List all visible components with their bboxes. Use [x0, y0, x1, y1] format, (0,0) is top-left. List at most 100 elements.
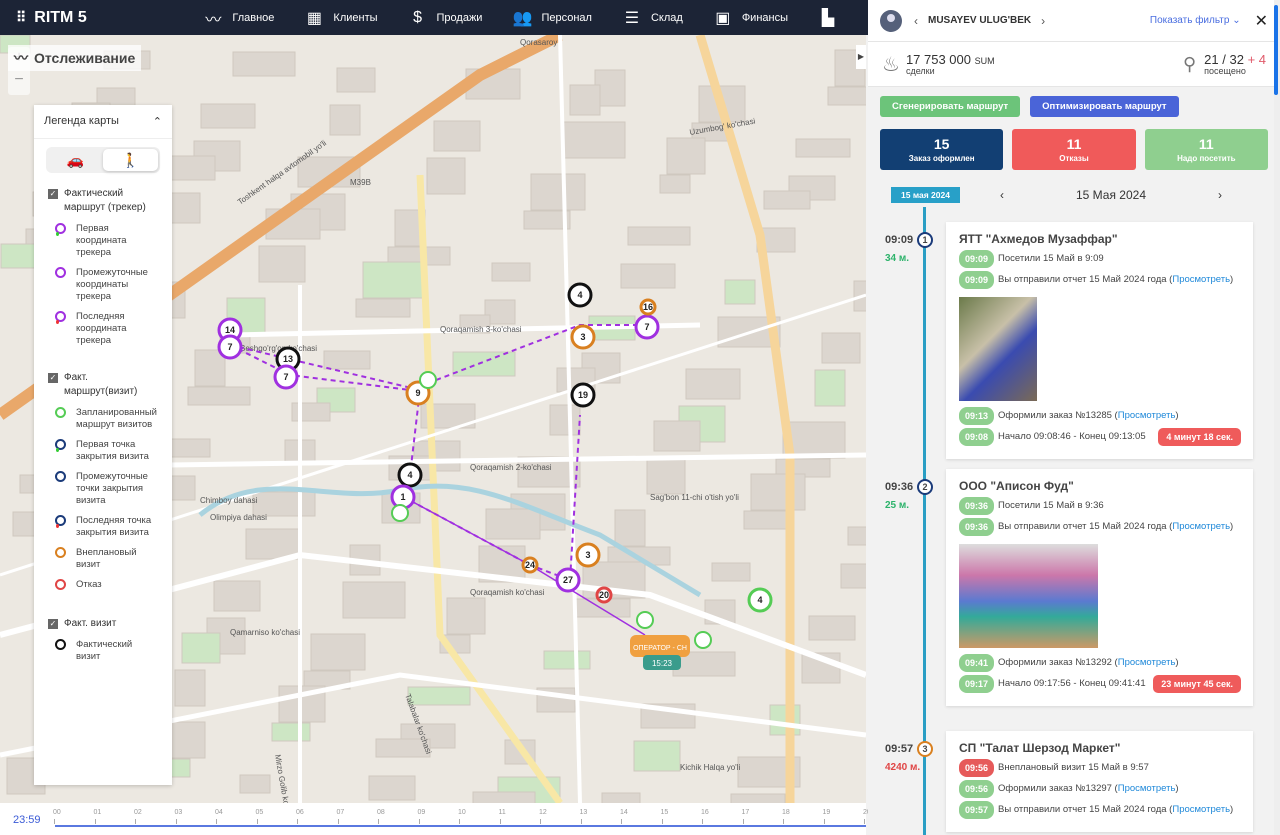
prev-user-button[interactable]: ‹: [914, 14, 918, 28]
chevron-up-icon[interactable]: ⌃: [153, 115, 162, 128]
nav-clients[interactable]: ▦ Клиенты: [304, 8, 378, 28]
marker-label: 9: [415, 388, 420, 398]
show-filter-link[interactable]: Показать фильтр ⌄: [1150, 15, 1241, 26]
kpi-orders[interactable]: 15 Заказ оформлен: [880, 129, 1004, 170]
map-marker[interactable]: 4: [747, 587, 773, 613]
map-block: [808, 615, 856, 641]
view-link[interactable]: Просмотреть: [1172, 521, 1230, 532]
planned-visit-pin[interactable]: [694, 631, 712, 649]
map-marker[interactable]: 4: [567, 282, 593, 308]
planned-visit-pin[interactable]: [419, 371, 437, 389]
map-block: [232, 51, 296, 77]
timeline-slider[interactable]: 23:59 00 01 02 03 04 05 06 07 08 09 10 11 12 13 14 15 16…: [0, 803, 871, 835]
panel-scrollbar[interactable]: [1274, 0, 1280, 835]
map-marker[interactable]: 7: [217, 334, 243, 360]
map-popup[interactable]: ОПЕРАТОР - СН 15:23: [630, 635, 690, 670]
checkbox-icon[interactable]: ✓: [48, 373, 58, 383]
map-block: [666, 137, 706, 175]
nav-staff[interactable]: 👥 Персонал: [512, 8, 592, 28]
visit-photo[interactable]: [959, 544, 1098, 648]
checkbox-icon[interactable]: ✓: [48, 619, 58, 629]
timeline-tick: 08: [377, 809, 385, 824]
map-block: [187, 386, 251, 406]
timeline-track[interactable]: [55, 825, 866, 827]
event-text: Вы отправили отчет 15 Май 2024 года (Про…: [998, 521, 1234, 532]
view-link[interactable]: Просмотреть: [1118, 657, 1176, 668]
kpi-to-visit[interactable]: 11 Надо посетить: [1144, 129, 1268, 170]
view-link[interactable]: Просмотреть: [1172, 274, 1230, 285]
app-logo[interactable]: ⠿ RITM 5: [0, 9, 203, 27]
prev-date-button[interactable]: ‹: [1000, 188, 1004, 202]
map-block: [310, 633, 366, 671]
map-block: [795, 138, 851, 158]
deals-currency: SUM: [974, 56, 995, 66]
nav-main[interactable]: 〰 Главное: [203, 6, 274, 30]
apps-grid-icon[interactable]: ⠿: [16, 9, 26, 26]
map-marker[interactable]: 7: [634, 314, 660, 340]
map-marker[interactable]: 20: [595, 586, 613, 604]
legend-checkbox[interactable]: ✓ Факт. визит: [34, 611, 172, 635]
visit-event: 09:57 Вы отправили отчет 15 Май 2024 года…: [959, 801, 1241, 819]
visit-photo[interactable]: [959, 297, 1037, 401]
page-title: 〰 Отслеживание: [8, 45, 142, 71]
nav-finance[interactable]: ▣ Финансы: [713, 8, 788, 28]
legend-item-label: Отказ: [76, 579, 102, 590]
duration-badge: 4 минут 18 сек.: [1158, 428, 1241, 446]
optimize-route-button[interactable]: Оптимизировать маршрут: [1030, 96, 1179, 117]
map-marker[interactable]: 3: [575, 542, 601, 568]
kpi-value: 11: [1066, 136, 1082, 152]
marker-label: 4: [407, 470, 412, 480]
popup-label: ОПЕРАТОР - СН: [633, 645, 687, 652]
map[interactable]: Toshkent halqa avtomobil yo'li Qoraqamish…: [0, 35, 866, 803]
close-icon[interactable]: ✕: [1255, 11, 1268, 31]
event-text: Оформили заказ №13297 (Просмотреть): [998, 783, 1179, 794]
marker-label: 16: [643, 302, 653, 312]
checkbox-icon[interactable]: ✓: [48, 189, 58, 199]
view-link[interactable]: Просмотреть: [1118, 783, 1176, 794]
map-block: [472, 791, 536, 803]
map-marker[interactable]: 27: [555, 567, 581, 593]
next-user-button[interactable]: ›: [1041, 14, 1045, 28]
visit-card[interactable]: СП "Талат Шерзод Маркет" 09:56 Внеплановый…: [946, 731, 1253, 832]
generate-route-button[interactable]: Сгенерировать маршрут: [880, 96, 1021, 117]
tracking-icon: 〰: [14, 50, 28, 66]
marker-label: 7: [283, 372, 288, 382]
map-marker[interactable]: 3: [570, 324, 596, 350]
kpi-refusals[interactable]: 11 Отказы: [1012, 129, 1136, 170]
event-time-badge: 09:09: [959, 250, 995, 268]
collapse-panel-button[interactable]: ▶: [856, 45, 866, 69]
map-marker[interactable]: 7: [273, 364, 299, 390]
map-block: [168, 155, 216, 181]
planned-visit-pin[interactable]: [636, 611, 654, 629]
map-marker[interactable]: 19: [570, 382, 596, 408]
timeline-tick: 02: [134, 809, 142, 824]
nav-more[interactable]: ▙: [818, 8, 838, 28]
zoom-out-button[interactable]: −: [8, 69, 30, 91]
timeline-tick: 10: [458, 809, 466, 824]
car-mode-button[interactable]: 🚗: [48, 149, 103, 171]
map-block: [847, 526, 866, 546]
nav-sales[interactable]: $ Продажи: [408, 9, 482, 27]
next-date-button[interactable]: ›: [1218, 188, 1222, 202]
legend-checkbox[interactable]: ✓ Фактический маршрут (трекер): [34, 181, 172, 219]
legend-item-label: Промежуточные точки закрытия визита: [76, 471, 148, 506]
view-link[interactable]: Просмотреть: [1172, 804, 1230, 815]
map-marker[interactable]: 4: [397, 462, 423, 488]
legend-checkbox[interactable]: ✓ Факт. маршрут(визит): [34, 365, 172, 403]
marker-label: 1: [400, 492, 405, 502]
planned-visit-pin[interactable]: [391, 504, 409, 522]
legend-header[interactable]: Легенда карты ⌃: [34, 105, 172, 139]
nav-label: Главное: [232, 11, 275, 24]
visit-distance: 25 м.: [885, 500, 910, 511]
timeline-tick: 18: [782, 809, 790, 824]
visit-card[interactable]: ЯТТ "Ахмедов Музаффар" 09:09 Посетили 15 М…: [946, 222, 1253, 459]
walk-mode-button[interactable]: 🚶: [103, 149, 158, 171]
map-marker[interactable]: 16: [639, 298, 657, 316]
nav-warehouse[interactable]: ☰ Склад: [622, 8, 683, 28]
nav-label: Персонал: [541, 11, 592, 24]
map-marker[interactable]: 24: [521, 556, 539, 574]
visit-card[interactable]: ООО "Аписон Фуд" 09:36 Посетили 15 Май в 9…: [946, 469, 1253, 706]
transport-mode-toggle[interactable]: 🚗 🚶: [46, 147, 160, 173]
view-link[interactable]: Просмотреть: [1118, 410, 1176, 421]
visit-event: 09:56 Внеплановый визит 15 Май в 9:57: [959, 759, 1241, 777]
